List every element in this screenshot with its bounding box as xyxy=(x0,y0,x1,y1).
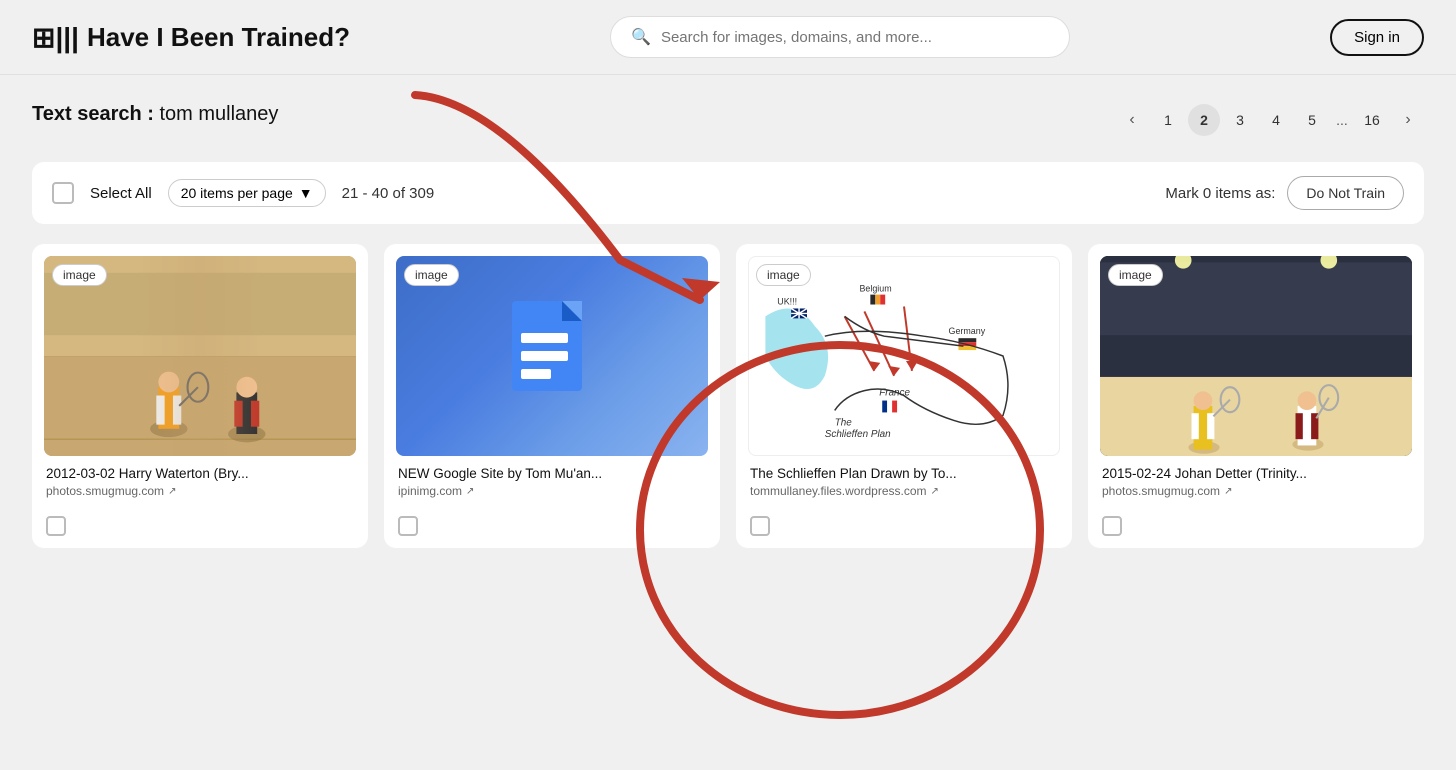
svg-text:Schlieffen Plan: Schlieffen Plan xyxy=(825,429,891,440)
card-2-checkbox[interactable] xyxy=(398,516,418,536)
search-icon: 🔍 xyxy=(631,27,651,47)
items-per-page-label: 20 items per page xyxy=(181,185,293,201)
card-2-top: image xyxy=(384,244,720,456)
toolbar-right: Mark 0 items as: Do Not Train xyxy=(1165,176,1404,210)
svg-text:Germany: Germany xyxy=(949,326,986,336)
card-1-checkbox[interactable] xyxy=(46,516,66,536)
logo-icon: ⊞||| xyxy=(32,21,79,54)
pagination-page-16[interactable]: 16 xyxy=(1356,104,1388,136)
card-3-checkbox[interactable] xyxy=(750,516,770,536)
do-not-train-button[interactable]: Do Not Train xyxy=(1287,176,1404,210)
card-3-image[interactable]: UK!!! Belgium German xyxy=(748,256,1060,456)
card-2-source[interactable]: ipinimg.com ↗ xyxy=(398,484,706,498)
logo-area: ⊞||| Have I Been Trained? xyxy=(32,21,350,54)
card-2-footer xyxy=(384,508,720,548)
card-3-footer xyxy=(736,508,1072,548)
pagination-page-1[interactable]: 1 xyxy=(1152,104,1184,136)
card-4-checkbox[interactable] xyxy=(1102,516,1122,536)
pagination-page-5[interactable]: 5 xyxy=(1296,104,1328,136)
card-2-ext-link-icon: ↗ xyxy=(466,486,474,497)
card-2-body: NEW Google Site by Tom Mu'an... ipinimg.… xyxy=(384,456,720,508)
search-label: Text search : tom mullaney xyxy=(32,103,278,126)
toolbar: Select All 20 items per page ▼ 21 - 40 o… xyxy=(32,162,1424,224)
map-drawing: UK!!! Belgium German xyxy=(749,257,1059,455)
card-1-badge: image xyxy=(52,264,107,286)
svg-text:UK!!!: UK!!! xyxy=(777,297,797,307)
card-2-image[interactable] xyxy=(396,256,708,456)
pagination-page-2[interactable]: 2 xyxy=(1188,104,1220,136)
card-4-footer xyxy=(1088,508,1424,548)
card-2-badge: image xyxy=(404,264,459,286)
main-content: Text search : tom mullaney ‹ 1 2 3 4 5 .… xyxy=(0,75,1456,548)
header: ⊞||| Have I Been Trained? 🔍 Sign in xyxy=(0,0,1456,75)
dropdown-arrow-icon: ▼ xyxy=(299,185,313,201)
card-4-ext-link-icon: ↗ xyxy=(1224,486,1232,497)
items-per-page-dropdown[interactable]: 20 items per page ▼ xyxy=(168,179,326,207)
card-2-source-text: ipinimg.com xyxy=(398,484,462,498)
card-4-body: 2015-02-24 Johan Detter (Trinity... phot… xyxy=(1088,456,1424,508)
card-3-source[interactable]: tommullaney.files.wordpress.com ↗ xyxy=(750,484,1058,498)
card-3-source-text: tommullaney.files.wordpress.com xyxy=(750,484,927,498)
card-4-source[interactable]: photos.smugmug.com ↗ xyxy=(1102,484,1410,498)
pagination-prev[interactable]: ‹ xyxy=(1116,104,1148,136)
card-1-top: image xyxy=(32,244,368,456)
card-4-top: image xyxy=(1088,244,1424,456)
svg-text:The: The xyxy=(835,417,853,428)
image-card-4: image xyxy=(1088,244,1424,548)
card-1-body: 2012-03-02 Harry Waterton (Bry... photos… xyxy=(32,456,368,508)
items-count: 21 - 40 of 309 xyxy=(342,185,435,202)
card-3-ext-link-icon: ↗ xyxy=(931,486,939,497)
card-1-footer xyxy=(32,508,368,548)
mark-label: Mark 0 items as: xyxy=(1165,185,1275,202)
card-4-badge: image xyxy=(1108,264,1163,286)
logo-text: Have I Been Trained? xyxy=(87,22,350,53)
select-all-checkbox[interactable] xyxy=(52,182,74,204)
search-label-key: Text search : xyxy=(32,103,154,125)
image-grid: image xyxy=(32,244,1424,548)
card-1-image[interactable] xyxy=(44,256,356,456)
search-input[interactable] xyxy=(661,29,1049,46)
card-3-top: image UK!!! xyxy=(736,244,1072,456)
toolbar-left: Select All 20 items per page ▼ 21 - 40 o… xyxy=(52,179,434,207)
pagination-page-3[interactable]: 3 xyxy=(1224,104,1256,136)
card-1-source[interactable]: photos.smugmug.com ↗ xyxy=(46,484,354,498)
svg-text:Belgium: Belgium xyxy=(859,284,891,294)
card-2-title: NEW Google Site by Tom Mu'an... xyxy=(398,466,706,481)
image-card-2: image NE xyxy=(384,244,720,548)
image-card-3: image UK!!! xyxy=(736,244,1072,548)
pagination-ellipsis: ... xyxy=(1332,112,1352,128)
search-label-value: tom mullaney xyxy=(159,103,278,125)
pagination-next[interactable]: › xyxy=(1392,104,1424,136)
card-3-badge: image xyxy=(756,264,811,286)
card-1-ext-link-icon: ↗ xyxy=(168,486,176,497)
card-3-title: The Schlieffen Plan Drawn by To... xyxy=(750,466,1058,481)
card-4-source-text: photos.smugmug.com xyxy=(1102,484,1220,498)
select-all-label[interactable]: Select All xyxy=(90,185,152,202)
search-bar[interactable]: 🔍 xyxy=(610,16,1070,58)
card-1-title: 2012-03-02 Harry Waterton (Bry... xyxy=(46,466,354,481)
sign-in-button[interactable]: Sign in xyxy=(1330,19,1424,56)
gdoc-icon xyxy=(507,301,597,411)
pagination-page-4[interactable]: 4 xyxy=(1260,104,1292,136)
pagination: ‹ 1 2 3 4 5 ... 16 › xyxy=(1116,104,1424,136)
card-4-title: 2015-02-24 Johan Detter (Trinity... xyxy=(1102,466,1410,481)
image-card-1: image xyxy=(32,244,368,548)
card-3-body: The Schlieffen Plan Drawn by To... tommu… xyxy=(736,456,1072,508)
card-4-image[interactable] xyxy=(1100,256,1412,456)
card-1-source-text: photos.smugmug.com xyxy=(46,484,164,498)
